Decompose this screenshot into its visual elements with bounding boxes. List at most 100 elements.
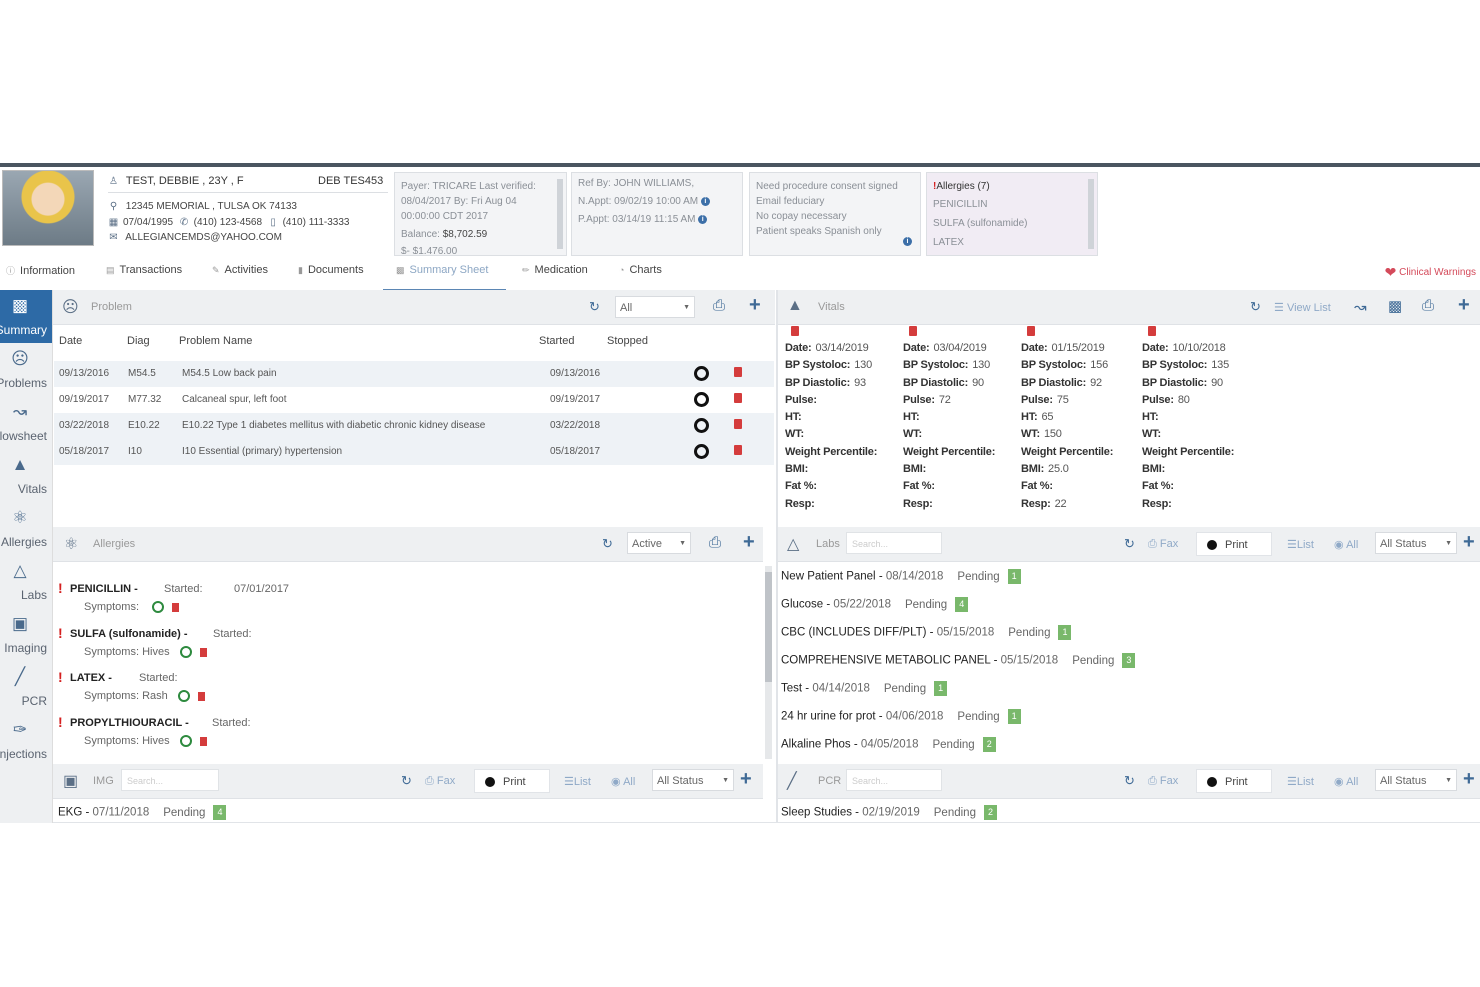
tab-information[interactable]: ⓘ Information — [6, 264, 75, 277]
lab-item[interactable]: New Patient Panel - 08/14/2018 Pending 1 — [781, 569, 1021, 584]
trash-icon[interactable] — [1148, 326, 1156, 336]
tab-medication[interactable]: ✏ Medication — [522, 264, 588, 276]
list-link[interactable]: ☰List — [564, 775, 591, 788]
clinical-warnings-link[interactable]: ❤ Clinical Warnings — [1385, 264, 1476, 281]
count-badge[interactable]: 3 — [1122, 653, 1136, 668]
list-link[interactable]: ☰List — [1287, 538, 1314, 551]
sidebar-item-vitals[interactable]: ▲ Vitals — [0, 449, 52, 502]
sidebar-item-allergies[interactable]: ⚛ Allergies — [0, 502, 52, 555]
pcr-item[interactable]: Sleep Studies - 02/19/2019 Pending 2 — [781, 805, 997, 820]
img-item[interactable]: EKG - 07/11/2018 Pending 4 — [58, 805, 227, 820]
refresh-icon[interactable]: ↻ — [401, 773, 412, 789]
img-status-select[interactable]: All Status ▼ — [652, 769, 734, 791]
col-diag[interactable]: Diag — [127, 335, 150, 347]
resolve-icon[interactable] — [694, 418, 709, 433]
all-link[interactable]: ◉ All — [611, 775, 635, 788]
count-badge[interactable]: 1 — [1058, 625, 1072, 640]
resolve-icon[interactable] — [694, 366, 709, 381]
sidebar-item-flowsheet[interactable]: ↝ Flowsheet — [0, 396, 52, 449]
fax-button[interactable]: ⎙ Fax — [1148, 538, 1178, 551]
lab-item[interactable]: Glucose - 05/22/2018 Pending 4 — [781, 597, 969, 612]
trash-icon[interactable] — [199, 736, 207, 746]
add-icon[interactable]: + — [1463, 531, 1475, 554]
table-row[interactable]: 05/18/2017 I10 I10 Essential (primary) h… — [54, 439, 774, 465]
add-icon[interactable]: + — [743, 531, 755, 554]
notes-card[interactable]: Need procedure consent signed Email fedu… — [749, 172, 921, 256]
fax-button[interactable]: ⎙ Fax — [425, 775, 455, 788]
all-link[interactable]: ◉ All — [1334, 538, 1358, 551]
trash-icon[interactable] — [734, 367, 742, 377]
table-row[interactable]: 03/22/2018 E10.22 E10.22 Type 1 diabetes… — [54, 413, 774, 439]
print-button[interactable]: Print — [474, 769, 550, 793]
sidebar-item-labs[interactable]: △ Labs — [0, 555, 52, 608]
print-icon[interactable]: ⎙ — [1422, 297, 1434, 314]
col-started[interactable]: Started — [539, 335, 574, 347]
pcr-search-input[interactable]: Search... — [846, 769, 942, 791]
tab-charts[interactable]: ◔ Charts — [619, 264, 662, 276]
sidebar-item-imaging[interactable]: ▣ Imaging — [0, 608, 52, 661]
allergy-card-scrollbar[interactable] — [1088, 179, 1094, 249]
refresh-icon[interactable]: ↻ — [1250, 299, 1261, 315]
labs-status-select[interactable]: All Status ▼ — [1375, 532, 1457, 554]
edit-icon[interactable] — [179, 735, 192, 748]
refresh-icon[interactable]: ↻ — [602, 536, 613, 552]
all-link[interactable]: ◉ All — [1334, 775, 1358, 788]
add-icon[interactable]: + — [749, 294, 761, 317]
count-badge[interactable]: 4 — [213, 805, 227, 820]
resolve-icon[interactable] — [694, 444, 709, 459]
pcr-status-select[interactable]: All Status ▼ — [1375, 769, 1457, 791]
count-badge[interactable]: 2 — [983, 805, 997, 820]
img-search-input[interactable]: Search... — [121, 769, 219, 791]
sidebar-item-problems[interactable]: ☹ Problems — [0, 343, 52, 396]
trend-icon[interactable]: ↝ — [1354, 298, 1367, 316]
print-icon[interactable]: ⎙ — [713, 297, 725, 314]
trash-icon[interactable] — [197, 691, 205, 701]
table-row[interactable]: 09/19/2017 M77.32 Calcaneal spur, left f… — [54, 387, 774, 413]
count-badge[interactable]: 2 — [982, 737, 996, 752]
tab-transactions[interactable]: ▤ Transactions — [106, 264, 182, 276]
col-date[interactable]: Date — [59, 335, 82, 347]
trash-icon[interactable] — [791, 326, 799, 336]
lab-item[interactable]: COMPREHENSIVE METABOLIC PANEL - 05/15/20… — [781, 653, 1136, 668]
sidebar-item-summary[interactable]: ▩ Summary — [0, 290, 52, 343]
payer-card[interactable]: Payer: TRICARE Last verified: 08/04/2017… — [394, 172, 567, 256]
fax-button[interactable]: ⎙ Fax — [1148, 775, 1178, 788]
view-list-link[interactable]: ☰ View List — [1274, 301, 1331, 314]
col-stopped[interactable]: Stopped — [607, 335, 648, 347]
print-icon[interactable]: ⎙ — [709, 534, 721, 551]
trash-icon[interactable] — [172, 602, 180, 612]
count-badge[interactable]: 1 — [934, 681, 948, 696]
trash-icon[interactable] — [1027, 326, 1035, 336]
tab-documents[interactable]: ▮ Documents — [298, 264, 364, 276]
count-badge[interactable]: 1 — [1007, 569, 1021, 584]
add-icon[interactable]: + — [1463, 768, 1475, 791]
print-button[interactable]: Print — [1196, 769, 1272, 793]
trash-icon[interactable] — [734, 419, 742, 429]
lab-item[interactable]: Test - 04/14/2018 Pending 1 — [781, 681, 948, 696]
count-badge[interactable]: 1 — [1007, 709, 1021, 724]
bar-chart-icon[interactable]: ▩ — [1388, 297, 1402, 315]
edit-icon[interactable] — [177, 690, 190, 703]
allergy-card[interactable]: !Allergies (7) PENICILLIN SULFA (sulfona… — [926, 172, 1098, 256]
col-problem-name[interactable]: Problem Name — [179, 335, 252, 347]
info-icon[interactable]: i — [698, 214, 708, 224]
tab-activities[interactable]: ✎ Activities — [212, 264, 268, 276]
tab-summary-sheet[interactable]: ▩ Summary Sheet — [396, 264, 488, 276]
print-button[interactable]: Print — [1196, 532, 1272, 556]
patient-name[interactable]: TEST, DEBBIE , 23Y , F — [126, 175, 244, 187]
patient-photo[interactable] — [2, 170, 94, 246]
patient-name-row[interactable]: ♙ TEST, DEBBIE , 23Y , F — [108, 175, 244, 187]
edit-icon[interactable] — [152, 601, 165, 614]
refresh-icon[interactable]: ↻ — [1124, 773, 1135, 789]
trash-icon[interactable] — [734, 393, 742, 403]
refresh-icon[interactable]: ↻ — [1124, 536, 1135, 552]
payer-scrollbar[interactable] — [557, 179, 563, 249]
scrollbar[interactable] — [765, 566, 772, 759]
problem-filter-select[interactable]: All ▼ — [615, 296, 695, 318]
trash-icon[interactable] — [734, 445, 742, 455]
edit-icon[interactable] — [179, 646, 192, 659]
lab-item[interactable]: CBC (INCLUDES DIFF/PLT) - 05/15/2018 Pend… — [781, 625, 1072, 640]
allergies-filter-select[interactable]: Active ▼ — [627, 532, 691, 554]
add-icon[interactable]: + — [1458, 294, 1470, 317]
resolve-icon[interactable] — [694, 392, 709, 407]
